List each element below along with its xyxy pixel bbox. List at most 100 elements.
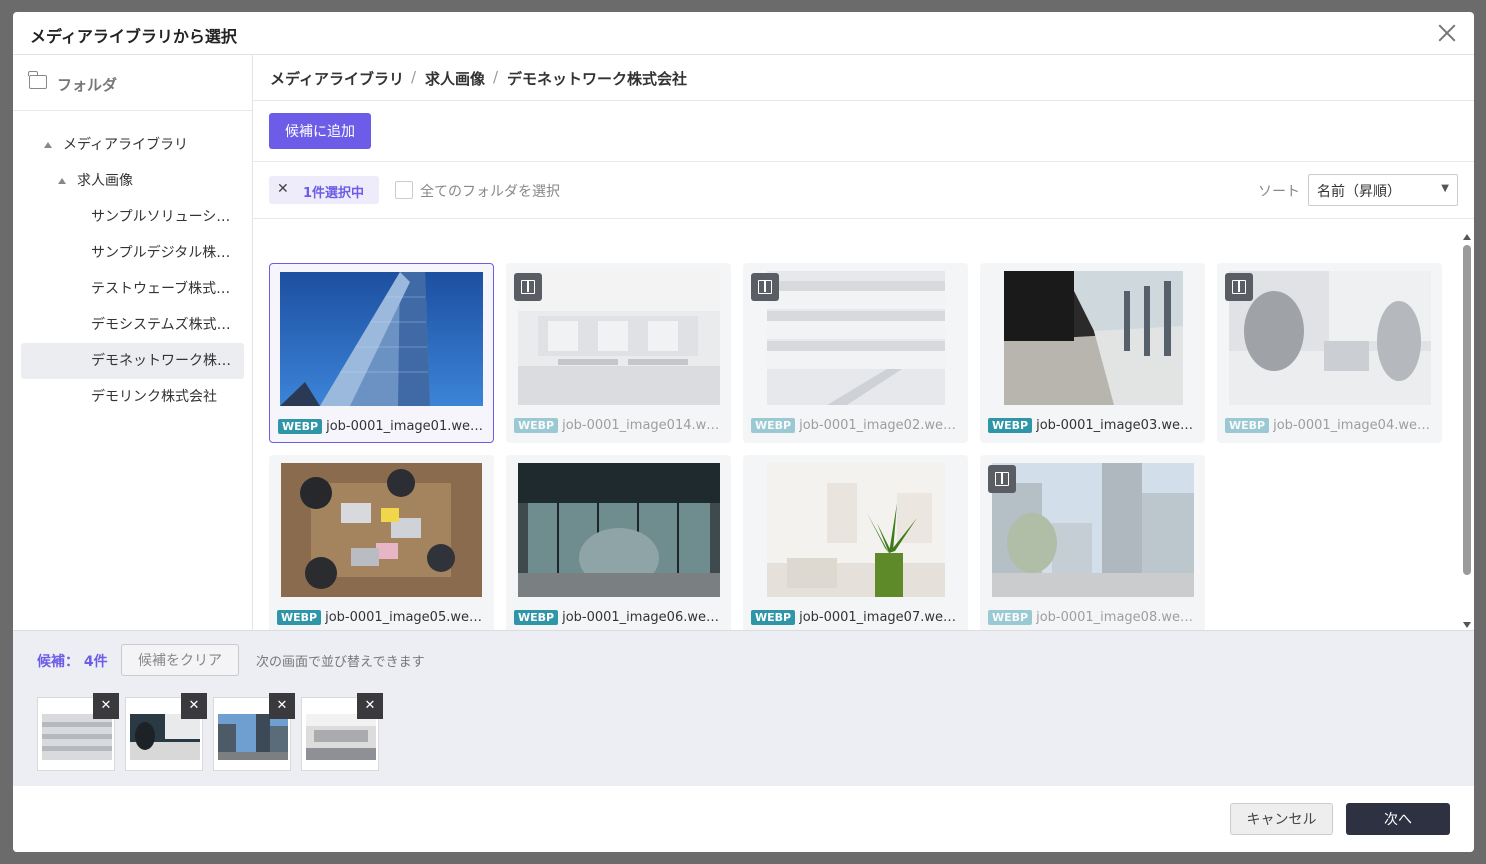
image-card[interactable]: WEBP job-0001_image07.we…: [743, 455, 968, 630]
file-name: job-0001_image07.we…: [799, 610, 956, 625]
image-thumbnail: [280, 272, 483, 406]
image-caption: WEBP job-0001_image01.we…: [278, 416, 488, 434]
grid-scrollbar[interactable]: [1461, 231, 1474, 630]
image-caption: WEBP job-0001_image02.we…: [751, 415, 961, 433]
format-badge: WEBP: [514, 418, 559, 433]
tree-item-label: サンプルソリューシ…: [91, 209, 231, 225]
breadcrumb-item-current: デモネットワーク株式会社: [507, 70, 688, 88]
format-badge: WEBP: [988, 610, 1033, 625]
file-name: job-0001_image08.we…: [1036, 610, 1193, 625]
tree-item-job-images[interactable]: 求人画像: [13, 163, 252, 199]
image-thumbnail: [281, 463, 482, 597]
candidate-grid-icon: [751, 273, 779, 301]
file-name: job-0001_image03.we…: [1036, 418, 1193, 433]
expand-triangle-icon[interactable]: [44, 142, 52, 148]
selection-count: 1件選択中: [303, 186, 365, 201]
action-toolbar: 候補に追加: [253, 101, 1474, 162]
image-thumbnail: [518, 271, 720, 405]
file-name: job-0001_image04.we…: [1273, 418, 1430, 433]
tree-item-label: サンプルデジタル株…: [91, 245, 231, 261]
candidate-image: [42, 714, 112, 760]
clear-candidates-button[interactable]: 候補をクリア: [121, 644, 239, 676]
format-badge: WEBP: [514, 610, 559, 625]
image-thumbnail: [767, 271, 945, 405]
dropdown-arrow-icon: ▼: [1441, 183, 1449, 194]
image-card[interactable]: WEBP job-0001_image05.we…: [269, 455, 494, 630]
sort-value: 名前（昇順）: [1317, 184, 1401, 200]
tree-item-folder[interactable]: テストウェーブ株式…: [13, 271, 238, 307]
tree-item-folder[interactable]: デモシステムズ株式…: [13, 307, 238, 343]
breadcrumb-separator: /: [493, 68, 499, 86]
candidate-grid-icon: [514, 273, 542, 301]
candidate-grid-icon: [1225, 273, 1253, 301]
filter-toolbar: ✕ 1件選択中 全てのフォルダを選択 ソート 名前（昇順） ▼: [253, 162, 1474, 219]
tree-item-folder-selected[interactable]: デモネットワーク株…: [21, 343, 244, 379]
file-name: job-0001_image02.we…: [799, 418, 956, 433]
candidate-note: 次の画面で並び替えできます: [256, 655, 425, 670]
tree-item-folder[interactable]: サンプルデジタル株…: [13, 235, 238, 271]
clear-selection-icon[interactable]: ✕: [277, 181, 289, 197]
image-caption: WEBP job-0001_image014.w…: [514, 415, 724, 433]
candidate-thumbnail[interactable]: ✕: [301, 693, 383, 771]
add-candidate-button[interactable]: 候補に追加: [269, 113, 371, 149]
image-thumbnail: [992, 463, 1194, 597]
image-card[interactable]: WEBP job-0001_image08.we…: [980, 455, 1205, 630]
next-button[interactable]: 次へ: [1346, 803, 1450, 835]
breadcrumb-item[interactable]: 求人画像: [425, 68, 485, 89]
remove-candidate-icon[interactable]: ✕: [357, 693, 383, 719]
image-caption: WEBP job-0001_image05.we…: [277, 607, 487, 625]
candidate-image: [218, 714, 288, 760]
tree-item-media-library[interactable]: メディアライブラリ: [13, 127, 252, 163]
candidate-thumbnail[interactable]: ✕: [37, 693, 119, 771]
remove-candidate-icon[interactable]: ✕: [181, 693, 207, 719]
main-panel: メディアライブラリ / 求人画像 / デモネットワーク株式会社 候補に追加 ✕ …: [253, 55, 1474, 630]
image-thumbnail: [1004, 271, 1183, 405]
file-name: job-0001_image01.we…: [326, 419, 483, 434]
file-name: job-0001_image05.we…: [325, 610, 482, 625]
scroll-down-arrow-icon[interactable]: [1463, 622, 1471, 628]
remove-candidate-icon[interactable]: ✕: [269, 693, 295, 719]
image-caption: WEBP job-0001_image06.we…: [514, 607, 724, 625]
candidate-thumbnail[interactable]: ✕: [213, 693, 295, 771]
modal-footer: キャンセル 次へ: [13, 786, 1474, 852]
image-card[interactable]: WEBP job-0001_image01.we…: [269, 263, 494, 443]
folder-tree: メディアライブラリ 求人画像 サンプルソリューシ… サンプルデジタル株… テスト…: [13, 127, 252, 415]
select-all-folders-checkbox[interactable]: [395, 181, 413, 199]
selection-chip: ✕ 1件選択中: [269, 176, 379, 204]
image-card[interactable]: WEBP job-0001_image06.we…: [506, 455, 731, 630]
tree-item-folder[interactable]: サンプルソリューシ…: [13, 199, 238, 235]
image-caption: WEBP job-0001_image04.we…: [1225, 415, 1435, 433]
candidate-thumbnail[interactable]: ✕: [125, 693, 207, 771]
breadcrumb: メディアライブラリ / 求人画像 / デモネットワーク株式会社: [253, 55, 1474, 101]
sidebar-title: フォルダ: [57, 76, 118, 94]
file-name: job-0001_image06.we…: [562, 610, 719, 625]
sort-select[interactable]: 名前（昇順） ▼: [1308, 174, 1458, 206]
image-caption: WEBP job-0001_image08.we…: [988, 607, 1198, 625]
breadcrumb-separator: /: [411, 68, 417, 86]
candidate-panel: 候補： 4件 候補をクリア 次の画面で並び替えできます ✕ ✕ ✕ ✕: [13, 630, 1474, 786]
folder-sidebar: フォルダ メディアライブラリ 求人画像 サンプルソリューシ… サンプルデジタル株…: [13, 55, 253, 630]
select-all-folders-label[interactable]: 全てのフォルダを選択: [420, 181, 560, 201]
format-badge: WEBP: [1225, 418, 1270, 433]
breadcrumb-item[interactable]: メディアライブラリ: [270, 68, 404, 89]
format-badge: WEBP: [751, 610, 796, 625]
expand-triangle-icon[interactable]: [58, 178, 66, 184]
image-card[interactable]: WEBP job-0001_image02.we…: [743, 263, 968, 443]
scroll-up-arrow-icon[interactable]: [1463, 234, 1471, 240]
remove-candidate-icon[interactable]: ✕: [93, 693, 119, 719]
candidate-image: [306, 714, 376, 760]
image-card[interactable]: WEBP job-0001_image014.w…: [506, 263, 731, 443]
image-card[interactable]: WEBP job-0001_image03.we…: [980, 263, 1205, 443]
scrollbar-thumb[interactable]: [1463, 245, 1471, 575]
cancel-button[interactable]: キャンセル: [1230, 803, 1333, 835]
close-icon[interactable]: [1436, 22, 1458, 44]
format-badge: WEBP: [277, 610, 322, 625]
tree-item-folder[interactable]: デモリンク株式会社: [13, 379, 238, 415]
candidate-count: 候補： 4件: [37, 654, 108, 670]
image-thumbnail: [518, 463, 720, 597]
format-badge: WEBP: [278, 419, 323, 434]
image-card[interactable]: WEBP job-0001_image04.we…: [1217, 263, 1442, 443]
media-library-modal: メディアライブラリから選択 フォルダ メディアライブラリ 求人画像 サンプルソリ…: [13, 12, 1474, 852]
sort-label: ソート: [1258, 184, 1300, 200]
tree-item-label: デモシステムズ株式…: [91, 317, 231, 333]
